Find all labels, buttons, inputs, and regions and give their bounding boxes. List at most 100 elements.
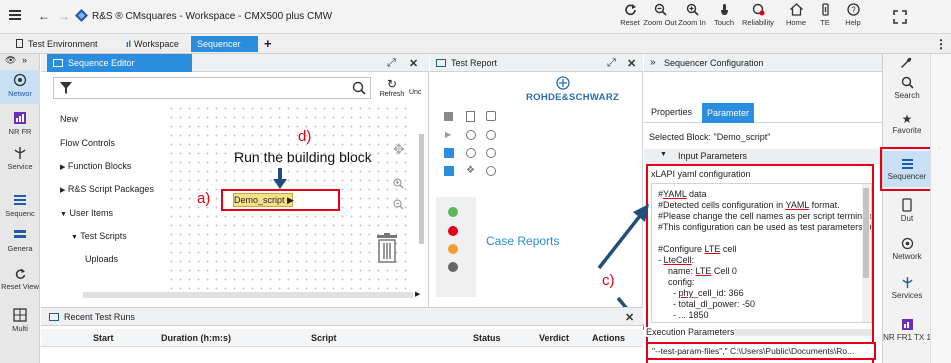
pass-icon: [448, 207, 458, 217]
sidebar-item-favorite[interactable]: ★ Favorite: [883, 111, 931, 141]
canvas-zoom-out-icon[interactable]: [393, 199, 404, 210]
horizontal-scrollbar[interactable]: [83, 292, 413, 298]
sidebar-item-services[interactable]: Services: [883, 274, 931, 306]
sequence-editor-title: Sequence Editor: [47, 54, 192, 72]
sidebar-item-reset-view[interactable]: Reset View: [0, 266, 40, 300]
back-arrow-icon[interactable]: ←: [38, 9, 50, 23]
touch-button[interactable]: Touch: [707, 3, 741, 33]
yaml-scroll-thumb[interactable]: [863, 188, 869, 278]
sidebar-item-nr-fr1[interactable]: NR FR1 TX 1: [883, 316, 931, 360]
close-panel-icon[interactable]: ✕: [625, 311, 634, 324]
zoom-out-button[interactable]: Zoom Out: [643, 3, 677, 33]
services-icon: [14, 147, 26, 159]
column-script[interactable]: Script: [311, 333, 337, 343]
sidebar-item-network[interactable]: Networ: [0, 70, 40, 104]
sidebar-item-multi[interactable]: Multi: [0, 306, 40, 336]
eye-icon[interactable]: 👁: [5, 55, 16, 66]
star-icon: ★: [901, 112, 913, 126]
zoom-in-button[interactable]: Zoom In: [675, 3, 709, 33]
unc-button[interactable]: Unc: [409, 89, 421, 96]
list-icon[interactable]: [444, 112, 453, 121]
copy-icon[interactable]: [486, 111, 496, 121]
yaml-line: #Configure LTE cell: [658, 244, 737, 254]
zoom-out-label: Zoom Out: [643, 18, 677, 27]
document-icon[interactable]: [466, 111, 475, 122]
network-icon: [13, 73, 27, 87]
sidebar-item-service[interactable]: Service: [0, 144, 40, 174]
sidebar-label: Multi: [12, 324, 28, 333]
tab-workspace[interactable]: ıl Workspace: [120, 36, 185, 52]
yaml-line: #YAML data: [658, 189, 707, 199]
sidebar-item-network[interactable]: Network: [883, 234, 931, 268]
target-icon[interactable]: [486, 166, 496, 176]
yaml-scrollbar[interactable]: [862, 184, 870, 322]
yaml-line: #Please change the cell names as per scr…: [658, 211, 872, 221]
collapse-arrow-icon: ▼: [71, 234, 78, 241]
trash-icon[interactable]: [375, 233, 399, 263]
reliability-button[interactable]: Reliability: [741, 3, 775, 33]
sidebar-item-search[interactable]: Search: [883, 74, 931, 106]
collapse-panel-icon[interactable]: »: [650, 57, 656, 68]
report-icon[interactable]: [444, 166, 454, 176]
play-icon[interactable]: ▶: [445, 130, 451, 139]
filter-icon[interactable]: [59, 81, 73, 95]
column-status[interactable]: Status: [473, 333, 501, 343]
sidebar-item-dut[interactable]: Dut: [883, 194, 931, 228]
stop-icon[interactable]: [466, 148, 476, 158]
play-circle-icon[interactable]: [486, 130, 496, 140]
sidebar-label: Genera: [7, 244, 33, 253]
recent-test-runs-header: Recent Test Runs ✕: [41, 308, 643, 326]
maximize-icon[interactable]: ⤢: [607, 57, 616, 70]
demo-script-block[interactable]: Demo_script ▶: [233, 193, 294, 207]
column-start[interactable]: Start: [93, 333, 114, 343]
record-icon[interactable]: [466, 130, 476, 140]
tree-item-new[interactable]: New: [60, 114, 78, 124]
tree-item-uploads[interactable]: Uploads: [85, 254, 118, 264]
move-icon[interactable]: ✥: [393, 141, 405, 158]
refresh-button[interactable]: ↻ Refresh: [378, 77, 406, 98]
vertical-scrollbar[interactable]: [419, 134, 424, 244]
tab-sequencer[interactable]: Sequencer ✕: [191, 36, 258, 65]
tree-item-test-scripts[interactable]: ▼ Test Scripts: [71, 231, 127, 241]
input-parameters-header[interactable]: ▼ Input Parameters: [644, 149, 882, 164]
sidebar-label: Network: [892, 252, 922, 261]
sidebar-item-sequencer[interactable]: Sequenc: [0, 191, 40, 221]
search-icon[interactable]: [352, 81, 366, 95]
help-button[interactable]: ? Help: [836, 3, 870, 33]
tab-properties[interactable]: Properties: [651, 107, 692, 117]
forward-arrow-icon[interactable]: →: [58, 9, 70, 23]
column-actions[interactable]: Actions: [592, 333, 625, 343]
chart-icon[interactable]: [444, 148, 454, 158]
more-options-icon[interactable]: ⋮: [935, 37, 947, 51]
tab-test-environment[interactable]: Test Environment: [10, 36, 104, 52]
canvas-zoom-in-icon[interactable]: [393, 178, 404, 189]
expand-sidebar-icon[interactable]: »: [22, 55, 27, 65]
execution-params-value[interactable]: "--test-param-files"," C:\Users\Public\D…: [652, 346, 854, 356]
tree-item-function-blocks[interactable]: ▶ Function Blocks: [60, 161, 131, 171]
add-tab-icon[interactable]: +: [264, 36, 272, 51]
sidebar-item-generator[interactable]: Genera: [0, 226, 40, 256]
maximize-icon[interactable]: ⤢: [387, 57, 396, 70]
case-reports-label[interactable]: Case Reports: [486, 234, 559, 248]
close-panel-icon[interactable]: ✕: [409, 57, 418, 70]
tab-parameter[interactable]: Parameter: [702, 103, 755, 123]
tree-item-flow-controls[interactable]: Flow Controls: [60, 138, 115, 148]
tree-item-user-items[interactable]: ▼ User Items: [60, 208, 113, 218]
scroll-right-icon[interactable]: ▶: [415, 290, 420, 298]
sidebar-item-nr-fr[interactable]: NR FR: [0, 109, 40, 139]
tree-item-rs-script-packages[interactable]: ▶ R&S Script Packages: [60, 184, 154, 194]
hamburger-menu-icon[interactable]: [8, 8, 22, 22]
column-duration[interactable]: Duration (h:m:s): [161, 333, 231, 343]
fullscreen-icon[interactable]: [892, 9, 908, 25]
column-verdict[interactable]: Verdict: [539, 333, 569, 343]
reset-button[interactable]: Reset: [613, 3, 647, 33]
filter-search-bar[interactable]: [53, 77, 371, 99]
yaml-textarea[interactable]: #YAML data #Detected cells configuration …: [651, 183, 872, 323]
reliability-label: Reliability: [741, 18, 775, 27]
tab-label: Test Environment: [28, 39, 98, 49]
close-panel-icon[interactable]: ✕: [627, 57, 636, 70]
wrench-icon[interactable]: [900, 56, 913, 69]
sidebar-label: Services: [891, 291, 923, 300]
settings-diamond-icon[interactable]: ❖: [466, 165, 475, 176]
clock-icon[interactable]: [486, 148, 496, 158]
